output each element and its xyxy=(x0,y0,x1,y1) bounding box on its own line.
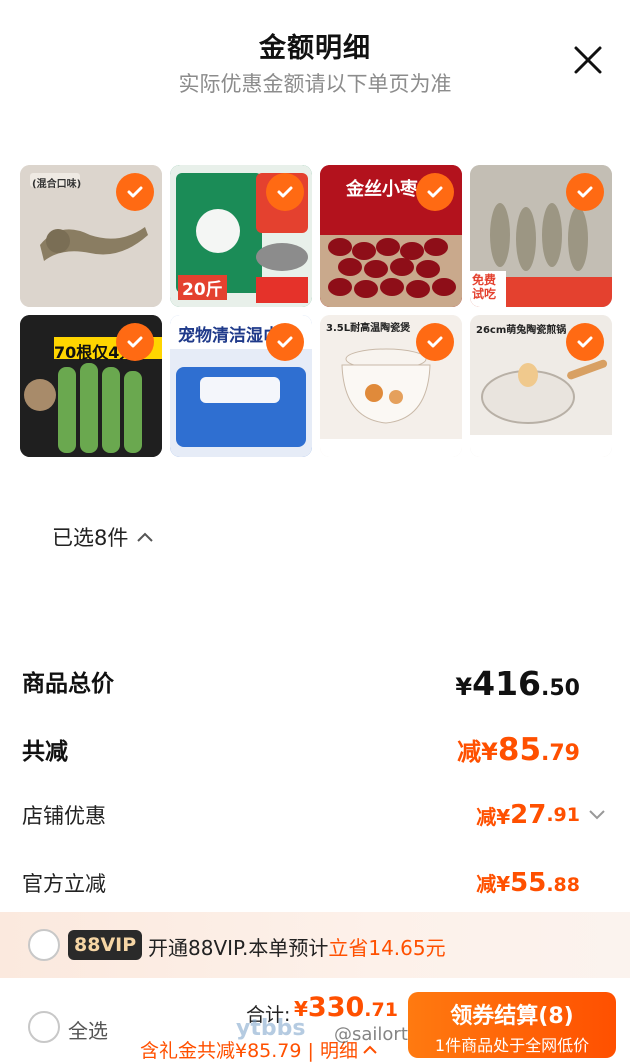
chevron-up-icon xyxy=(363,1045,377,1054)
check-icon[interactable] xyxy=(416,173,454,211)
product-tag: 金丝小枣 xyxy=(346,179,418,200)
checkout-button[interactable]: 领券结算(8) 1件商品处于全网低价 xyxy=(408,992,616,1058)
product-tag: 26cm萌兔陶瓷煎锅 xyxy=(476,325,567,336)
product-tile-ceramic-pan[interactable]: 26cm萌兔陶瓷煎锅 xyxy=(470,315,612,457)
check-icon[interactable] xyxy=(266,323,304,361)
check-icon[interactable] xyxy=(566,173,604,211)
shop-discount-amount: 减¥ 27.91 xyxy=(476,800,606,830)
check-icon[interactable] xyxy=(416,323,454,361)
product-tag: 宠物清洁湿巾 xyxy=(178,326,280,346)
official-discount-label: 官方立减 xyxy=(22,872,106,896)
product-tile-cat-litter[interactable]: 20斤 xyxy=(170,165,312,307)
vip-radio[interactable] xyxy=(28,929,60,961)
vip-savings: 立省14.65元 xyxy=(328,936,446,960)
selected-count-toggle[interactable]: 已选8件 xyxy=(52,522,154,552)
vip-text: 开通88VIP.本单预计立省14.65元 xyxy=(148,936,446,960)
header: 金额明细 实际优惠金额请以下单页为准 xyxy=(0,0,630,110)
official-discount-row: 官方立减 减¥55.88 xyxy=(22,868,592,908)
chevron-up-icon xyxy=(137,532,154,542)
watermark-user: @sailortu xyxy=(334,1024,420,1045)
selected-count-label: 已选8件 xyxy=(52,526,129,550)
check-icon[interactable] xyxy=(116,323,154,361)
product-tile-ceramic-pot[interactable]: 3.5L耐高温陶瓷煲 xyxy=(320,315,462,457)
check-icon[interactable] xyxy=(266,173,304,211)
close-icon[interactable] xyxy=(572,44,604,76)
total-price-row: 商品总价 ¥416.50 xyxy=(22,664,592,704)
product-tag: 20斤 xyxy=(178,275,227,300)
bottom-total-amount: ¥330.71 xyxy=(294,992,398,1023)
check-icon[interactable] xyxy=(566,323,604,361)
checkout-label: 领券结算(8) xyxy=(450,1004,574,1029)
vip-bar[interactable]: 88VIP 开通88VIP.本单预计立省14.65元 xyxy=(0,912,630,978)
product-tag: 免费试吃 xyxy=(472,273,497,301)
total-price-amount: ¥416.50 xyxy=(455,664,580,703)
page-title: 金额明细 xyxy=(259,33,371,64)
shop-discount-row[interactable]: 店铺优惠 减¥ 27.91 xyxy=(22,800,605,840)
chevron-down-icon[interactable] xyxy=(588,809,606,821)
official-discount-amount: 减¥55.88 xyxy=(476,868,580,898)
total-price-label: 商品总价 xyxy=(22,671,114,697)
product-tag: 3.5L耐高温陶瓷煲 xyxy=(326,323,411,334)
product-tile-cat-grass-sticks[interactable]: 70根仅4元 xyxy=(20,315,162,457)
product-tile-dried-fish[interactable]: 免费试吃 xyxy=(470,165,612,307)
product-tile-red-dates[interactable]: 金丝小枣 xyxy=(320,165,462,307)
page-subtitle: 实际优惠金额请以下单页为准 xyxy=(178,72,452,96)
checkout-sublabel: 1件商品处于全网低价 xyxy=(434,1036,590,1055)
select-all-label[interactable]: 全选 xyxy=(68,1015,108,1044)
watermark-logo: ytbbs xyxy=(236,1016,306,1041)
bottom-bar: 全选 合计: ¥330.71 含礼金共减¥85.79 | 明细 ytbbs @s… xyxy=(0,978,630,1064)
product-tag: (混合口味) xyxy=(32,179,82,190)
product-tile-pet-wipes[interactable]: 宠物清洁湿巾 xyxy=(170,315,312,457)
product-tile-cat-toy[interactable]: (混合口味) xyxy=(20,165,162,307)
select-all-radio[interactable] xyxy=(28,1011,60,1043)
discount-total-amount: 减¥85.79 xyxy=(457,732,580,768)
discount-total-label: 共减 xyxy=(22,739,68,765)
vip-badge: 88VIP xyxy=(68,930,143,960)
check-icon[interactable] xyxy=(116,173,154,211)
discount-total-row: 共减 减¥85.79 xyxy=(22,732,592,772)
shop-discount-label: 店铺优惠 xyxy=(22,804,106,828)
